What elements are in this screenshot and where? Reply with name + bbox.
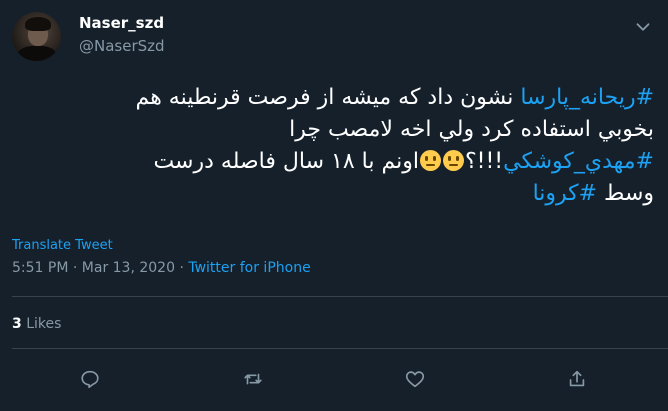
meta-separator: · xyxy=(175,260,189,276)
tweet-line-4: وسط #کرونا xyxy=(14,178,654,210)
tweet-text-segment: وسط xyxy=(597,181,654,206)
divider xyxy=(12,296,668,297)
author-handle[interactable]: @NaserSzd xyxy=(79,37,165,55)
hashtag-link[interactable]: #ريحانه_پارسا xyxy=(520,85,654,110)
tweet-card: Naser_szd @NaserSzd #ريحانه_پارسا نشون د… xyxy=(0,0,668,411)
share-icon[interactable] xyxy=(566,368,588,390)
tweet-text-segment: اونم با ١٨ سال فاصله درست xyxy=(153,149,419,174)
heart-icon[interactable] xyxy=(404,368,426,390)
avatar-hair xyxy=(25,17,51,31)
hashtag-link[interactable]: #مهدي_کوشکي xyxy=(503,149,654,174)
translate-tweet-link[interactable]: Translate Tweet xyxy=(12,238,113,253)
tweet-source-link[interactable]: Twitter for iPhone xyxy=(188,260,310,276)
reply-icon[interactable] xyxy=(79,368,101,390)
tweet-text: #ريحانه_پارسا نشون داد که میشه از فرصت ق… xyxy=(14,82,654,210)
tweet-meta: 5:51 PM · Mar 13, 2020 · Twitter for iPh… xyxy=(12,260,311,276)
likes-label: Likes xyxy=(21,316,62,332)
tweet-text-segment: بخوبي استفاده کرد ولي اخه لامصب چرا xyxy=(289,117,654,142)
tweet-line-1: #ريحانه_پارسا نشون داد که میشه از فرصت ق… xyxy=(14,82,654,114)
tweet-text-segment: !!!؟ xyxy=(464,149,504,174)
author-display-name[interactable]: Naser_szd xyxy=(79,14,164,32)
neutral-face-emoji-icon xyxy=(442,150,464,171)
likes-stat[interactable]: 3 Likes xyxy=(12,316,61,332)
chevron-down-icon[interactable] xyxy=(632,16,654,38)
tweet-line-3: #مهدي_کوشکي!!!؟ اونم با ١٨ سال فاصله درست xyxy=(14,146,654,178)
neutral-face-emoji-icon xyxy=(419,150,441,171)
tweet-text-segment: نشون داد که میشه از فرصت قرنطینه هم xyxy=(135,85,521,110)
retweet-icon[interactable] xyxy=(242,368,264,390)
hashtag-link[interactable]: #کرونا xyxy=(533,181,598,206)
meta-separator: · xyxy=(68,260,82,276)
avatar[interactable] xyxy=(12,12,61,61)
tweet-time[interactable]: 5:51 PM xyxy=(12,260,68,276)
likes-count: 3 xyxy=(12,316,22,332)
divider xyxy=(12,348,668,349)
tweet-date[interactable]: Mar 13, 2020 xyxy=(82,260,175,276)
avatar-shirt xyxy=(18,46,56,61)
tweet-line-2: بخوبي استفاده کرد ولي اخه لامصب چرا xyxy=(14,114,654,146)
